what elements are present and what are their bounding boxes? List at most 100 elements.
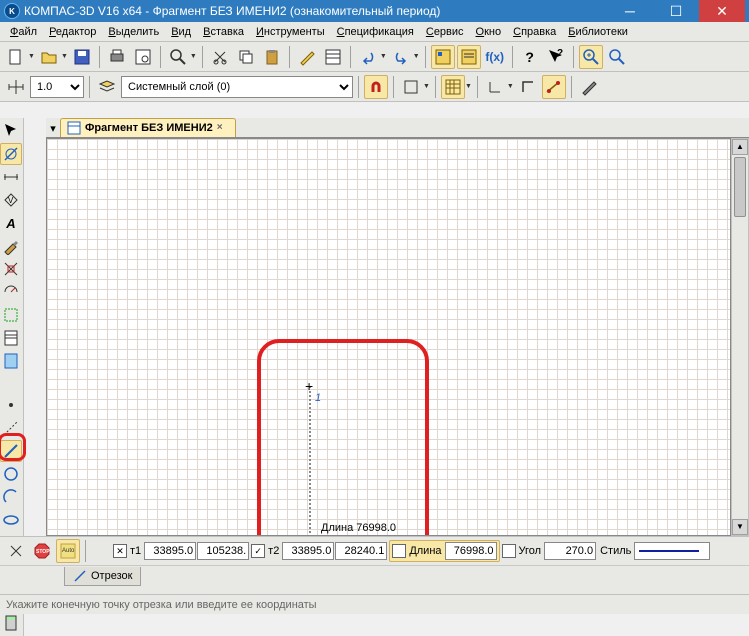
- menu-window[interactable]: Окно: [470, 24, 508, 40]
- menu-edit[interactable]: Редактор: [43, 24, 102, 40]
- edit-button[interactable]: [577, 75, 601, 99]
- zoom-button[interactable]: [166, 45, 190, 69]
- t1-lock-checkbox[interactable]: ✕: [113, 544, 127, 558]
- whatsthis-button[interactable]: ?: [544, 45, 568, 69]
- properties-button[interactable]: [321, 45, 345, 69]
- point-tool[interactable]: [0, 394, 22, 416]
- document-tab[interactable]: Фрагмент БЕЗ ИМЕНИ2 ×: [60, 118, 236, 137]
- tab-list-button[interactable]: ▾: [46, 119, 60, 137]
- report-tool[interactable]: [0, 350, 22, 372]
- help-context-button[interactable]: ?: [518, 45, 542, 69]
- scroll-thumb[interactable]: [734, 157, 746, 217]
- aux-line-tool[interactable]: [0, 417, 22, 439]
- field-t1: ✕ т1: [113, 542, 249, 560]
- menu-service[interactable]: Сервис: [420, 24, 470, 40]
- t2-y-input[interactable]: [335, 542, 387, 560]
- scale-type-button[interactable]: [4, 75, 28, 99]
- t2-lock-checkbox[interactable]: ✓: [251, 544, 265, 558]
- menu-help[interactable]: Справка: [507, 24, 562, 40]
- select-tool[interactable]: [0, 304, 22, 326]
- t2-label: т2: [266, 545, 281, 557]
- scroll-down-icon[interactable]: ▼: [732, 519, 748, 535]
- property-tab-label: Отрезок: [91, 570, 132, 582]
- apply-button[interactable]: [4, 539, 28, 563]
- ortho-button[interactable]: [399, 75, 423, 99]
- angle-lock-checkbox[interactable]: [502, 544, 516, 558]
- fragment-icon: [67, 121, 81, 135]
- field-t2: ✓ т2: [251, 542, 387, 560]
- cursor-tool[interactable]: [0, 120, 22, 142]
- ortho2-button[interactable]: [516, 75, 540, 99]
- paste-button[interactable]: [260, 45, 284, 69]
- open-button[interactable]: [37, 45, 61, 69]
- designation-tool[interactable]: V: [0, 189, 22, 211]
- menu-insert[interactable]: Вставка: [197, 24, 250, 40]
- variables-button[interactable]: f(x): [483, 45, 507, 69]
- line-tool[interactable]: [0, 440, 22, 462]
- menu-libs[interactable]: Библиотеки: [562, 24, 634, 40]
- redo-button[interactable]: [389, 45, 413, 69]
- minimize-button[interactable]: ─: [607, 0, 653, 22]
- field-style: Стиль: [598, 542, 710, 560]
- param-tool[interactable]: [0, 258, 22, 280]
- measure-tool[interactable]: [0, 281, 22, 303]
- snap-button[interactable]: [364, 75, 388, 99]
- t2-x-input[interactable]: [282, 542, 334, 560]
- window-title: КОМПАС-3D V16 x64 - Фрагмент БЕЗ ИМЕНИ2 …: [24, 4, 607, 18]
- undo-button[interactable]: [356, 45, 380, 69]
- tab-close-icon[interactable]: ×: [217, 122, 229, 134]
- tree-button[interactable]: [457, 45, 481, 69]
- brush-button[interactable]: [295, 45, 319, 69]
- grid-button[interactable]: [441, 75, 465, 99]
- t1-y-input[interactable]: [197, 542, 249, 560]
- cursor-tooltip: Длина 76998.0 Угол 270.0 Выравнивание: [321, 521, 397, 536]
- layer-combo[interactable]: Системный слой (0): [121, 76, 353, 98]
- menu-file[interactable]: Файл: [4, 24, 43, 40]
- print-preview-button[interactable]: [131, 45, 155, 69]
- length-input[interactable]: [445, 542, 497, 560]
- toolbar-view: 1.0 Системный слой (0) ▼ ▼ ▼: [0, 72, 749, 102]
- cut-button[interactable]: [208, 45, 232, 69]
- t1-x-input[interactable]: [144, 542, 196, 560]
- round-button[interactable]: [542, 75, 566, 99]
- save-button[interactable]: [70, 45, 94, 69]
- line-icon: [73, 569, 87, 583]
- layer-icon[interactable]: [95, 75, 119, 99]
- new-doc-button[interactable]: [4, 45, 28, 69]
- style-preview-line: [639, 550, 699, 552]
- menu-tools[interactable]: Инструменты: [250, 24, 331, 40]
- menu-spec[interactable]: Спецификация: [331, 24, 420, 40]
- scale-combo[interactable]: 1.0: [30, 76, 84, 98]
- property-tab[interactable]: Отрезок: [64, 567, 141, 586]
- maximize-button[interactable]: ☐: [653, 0, 699, 22]
- menu-select[interactable]: Выделить: [102, 24, 165, 40]
- edit-tool[interactable]: [0, 235, 22, 257]
- stop-button[interactable]: STOP: [30, 539, 54, 563]
- circle-tool[interactable]: [0, 463, 22, 485]
- status-bar: Укажите конечную точку отрезка или введи…: [0, 594, 749, 614]
- length-label: Длина: [407, 545, 443, 557]
- angle-input[interactable]: [544, 542, 596, 560]
- lcs-button[interactable]: [483, 75, 507, 99]
- geometry-tool[interactable]: [0, 143, 22, 165]
- text-tool[interactable]: A: [0, 212, 22, 234]
- print-button[interactable]: [105, 45, 129, 69]
- style-combo[interactable]: [634, 542, 710, 560]
- calc-tool[interactable]: [0, 612, 22, 634]
- scroll-up-icon[interactable]: ▲: [732, 139, 748, 155]
- zoom-window-button[interactable]: [579, 45, 603, 69]
- auto-button[interactable]: Auto: [56, 539, 80, 563]
- dimension-tool[interactable]: [0, 166, 22, 188]
- manager-button[interactable]: [431, 45, 455, 69]
- scrollbar-vertical[interactable]: ▲ ▼: [731, 138, 749, 536]
- zoom-fit-button[interactable]: [605, 45, 629, 69]
- arc-tool[interactable]: [0, 486, 22, 508]
- menu-view[interactable]: Вид: [165, 24, 197, 40]
- spec-tool[interactable]: [0, 327, 22, 349]
- document-tab-label: Фрагмент БЕЗ ИМЕНИ2: [85, 122, 213, 134]
- drawing-canvas[interactable]: X Y + 1 × Длина 76998.0 Угол 270.0 Вырав…: [46, 138, 731, 536]
- close-button[interactable]: ✕: [699, 0, 745, 22]
- copy-button[interactable]: [234, 45, 258, 69]
- ellipse-tool[interactable]: [0, 509, 22, 531]
- length-lock-checkbox[interactable]: [392, 544, 406, 558]
